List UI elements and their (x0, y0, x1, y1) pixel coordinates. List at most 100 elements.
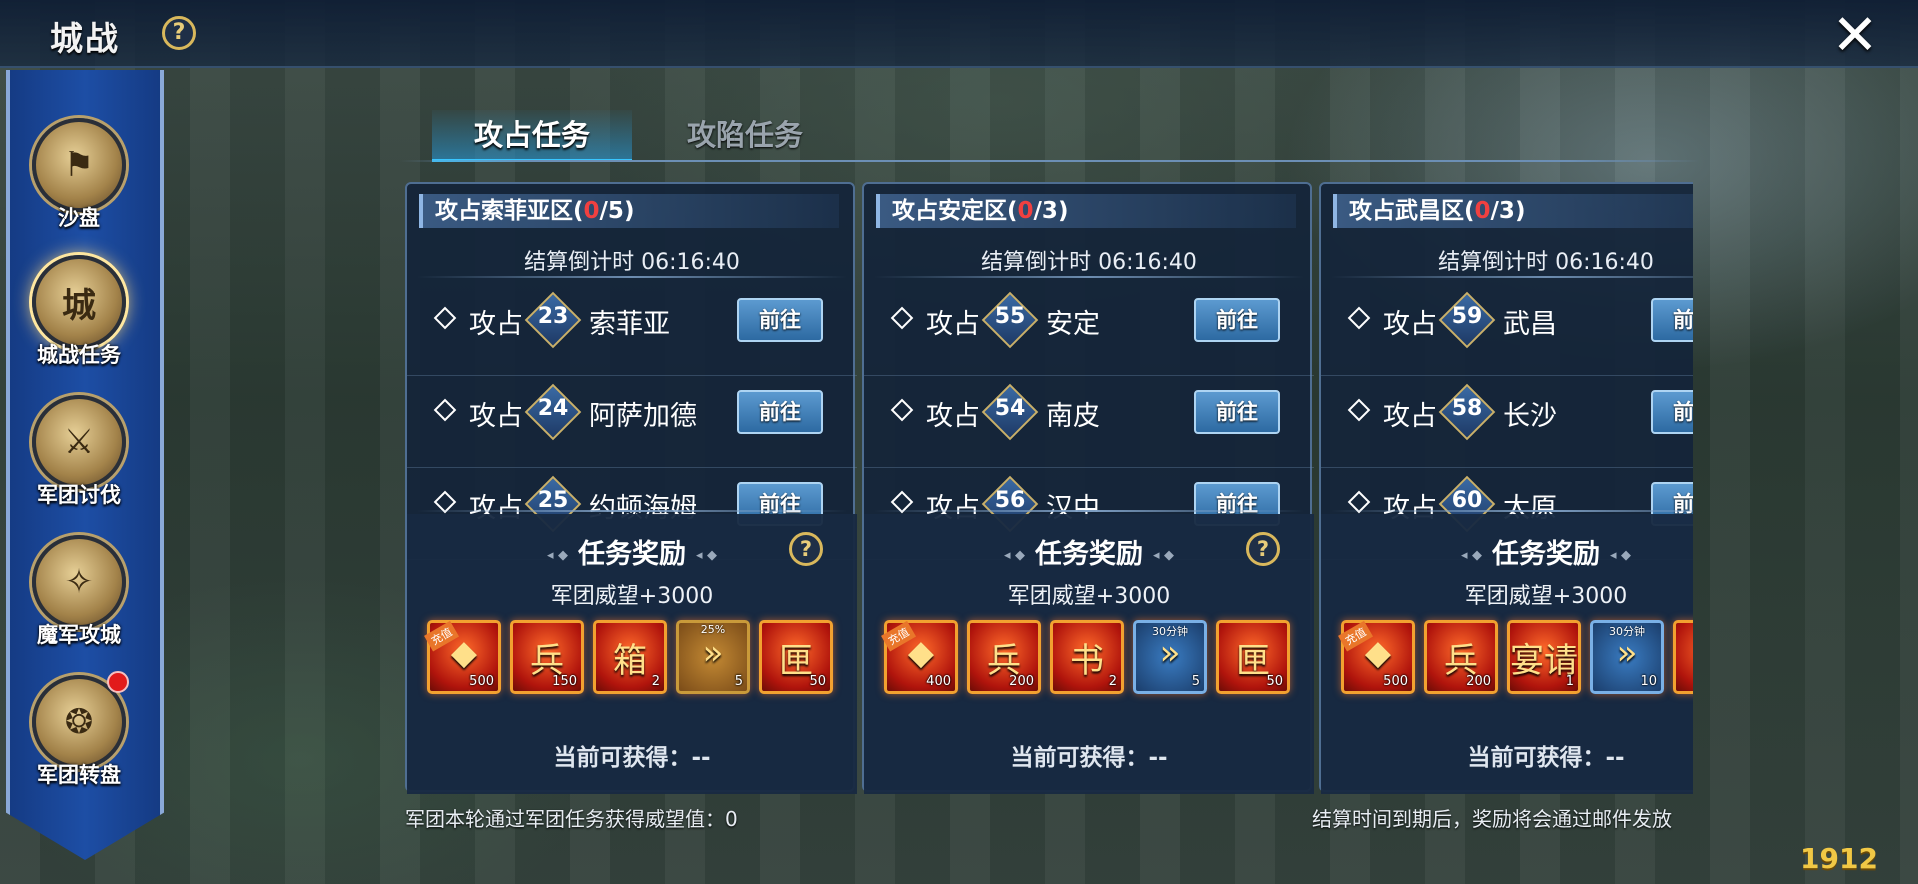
divider (1331, 510, 1693, 512)
sidebar-item-3[interactable]: ✧ 魔军攻城 (14, 535, 144, 655)
city-level: 23 (537, 304, 569, 329)
current-obtainable: 当前可获得：-- (553, 745, 711, 771)
city-name: 索菲亚 (589, 309, 670, 340)
reward-item[interactable]: ◆ 充值 500 (1338, 620, 1415, 694)
reward-item-icon: » (1159, 633, 1181, 673)
countdown: 结算倒计时 06:16:40 (981, 250, 1197, 275)
reward-help-icon[interactable]: ? (1246, 532, 1280, 566)
reward-item[interactable]: 兵 200 (967, 620, 1041, 694)
reward-item[interactable]: 30分钟» 10 (1590, 620, 1664, 694)
item-count: 500 (1383, 674, 1408, 689)
card-title: 攻占武昌区(0/3) (1333, 194, 1693, 228)
reward-help-icon[interactable]: ? (789, 532, 823, 566)
reward-item[interactable]: 匣 50 (1216, 620, 1290, 694)
reward-panel: 任务奖励?军团威望+3000◆充值400兵200书230分钟»5匣50当前可获得… (864, 514, 1314, 794)
task-row: 攻占 58 长沙 前往 (1321, 376, 1693, 468)
sidebar-item-label: 军团讨伐 (37, 483, 121, 507)
city-name: 安定 (1046, 309, 1100, 340)
task-verb: 攻占 (926, 309, 980, 340)
reward-item[interactable]: 兵 150 (510, 620, 584, 694)
divider (874, 510, 1304, 512)
task-card: 攻占安定区(0/3) 结算倒计时 06:16:40 攻占 55 安定 前往 攻占 54 南皮 前往… (862, 182, 1314, 794)
reward-items: ◆ 充值 500 兵 150 箱 2 25%» 5 匣 50 (424, 620, 847, 696)
sidebar-item-icon: ⚑ (32, 118, 126, 212)
task-card: 攻占武昌区(0/3)结算倒计时 06:16:40攻占59武昌前往攻占58长沙前往… (1319, 182, 1693, 794)
reward-item[interactable]: ◆ 充值 400 (881, 620, 958, 694)
item-count: 200 (1009, 674, 1034, 689)
region-name: 攻占索菲亚区 (435, 198, 573, 224)
task-row: 攻占 55 安定 前往 (864, 284, 1314, 376)
go-button[interactable]: 前往 (1651, 298, 1693, 342)
reward-item[interactable]: 箱2 (593, 620, 667, 694)
watermark-logo: 1912 (1800, 842, 1878, 875)
card-title: 攻占安定区(0/3) (876, 194, 1296, 228)
reward-item[interactable]: 匣 50 (759, 620, 833, 694)
sidebar-item-icon: ✧ (32, 535, 126, 629)
reward-panel: 任务奖励?军团威望+3000◆充值500兵200宴请130分钟»10匣当前可获得… (1321, 514, 1693, 794)
sidebar-item-4[interactable]: ❂ 军团转盘 (14, 671, 144, 795)
divider (874, 276, 1304, 278)
sidebar-item-label: 魔军攻城 (37, 623, 121, 647)
item-count: 200 (1466, 674, 1491, 689)
task-row: 攻占 24 阿萨加德 前往 (407, 376, 857, 468)
reward-title: 任务奖励 (1321, 532, 1693, 571)
item-count: 2 (651, 674, 660, 689)
reputation-reward: 军团威望+3000 (1007, 584, 1171, 609)
sidebar-item-2[interactable]: ⚔ 军团讨伐 (14, 395, 144, 515)
tab-capture[interactable]: 攻陷任务 (655, 110, 835, 162)
tab-occupy[interactable]: 攻占任务 (432, 110, 632, 162)
diamond-bullet-icon (433, 398, 457, 422)
diamond-bullet-icon (890, 306, 914, 330)
item-count: 500 (469, 674, 494, 689)
progress-total: /3 (1033, 198, 1058, 224)
divider (1331, 276, 1693, 278)
sidebar-item-icon: ⚔ (32, 395, 126, 489)
reward-item-icon: » (702, 633, 724, 673)
reward-item[interactable]: 匣 (1673, 620, 1693, 694)
go-button[interactable]: 前往 (737, 298, 823, 342)
task-row: 攻占 54 南皮 前往 (864, 376, 1314, 468)
reward-item[interactable]: 兵 200 (1424, 620, 1498, 694)
task-row: 攻占 59 武昌 前往 (1321, 284, 1693, 376)
city-level: 58 (1451, 396, 1483, 421)
reward-item[interactable]: 宴请 1 (1507, 620, 1581, 694)
help-icon[interactable]: ? (162, 16, 196, 50)
city-level: 55 (994, 304, 1026, 329)
go-button[interactable]: 前往 (1651, 390, 1693, 434)
card-title: 攻占索菲亚区(0/5) (419, 194, 839, 228)
go-button[interactable]: 前往 (1194, 390, 1280, 434)
current-obtainable: 当前可获得：-- (1010, 745, 1168, 771)
city-level: 54 (994, 396, 1026, 421)
task-verb: 攻占 (926, 401, 980, 432)
reputation-summary: 军团本轮通过军团任务获得威望值：0 (405, 807, 738, 831)
item-count: 5 (734, 674, 743, 689)
task-card: 攻占索菲亚区(0/5) 结算倒计时 06:16:40 攻占 23 索菲亚 前往 攻占 24 阿萨… (405, 182, 857, 794)
reward-item[interactable]: ◆ 充值 500 (424, 620, 501, 694)
task-cards: 攻占索菲亚区(0/5) 结算倒计时 06:16:40 攻占 23 索菲亚 前往 攻占 24 阿萨… (405, 182, 1693, 794)
reward-item[interactable]: 25%» 5 (676, 620, 750, 694)
reward-panel: 任务奖励?军团威望+3000◆充值500兵150箱225%»5匣50当前可获得：… (407, 514, 857, 794)
item-count: 50 (1266, 674, 1283, 689)
reward-item[interactable]: 书2 (1050, 620, 1124, 694)
item-count: 5 (1191, 674, 1200, 689)
top-bar: 城战 ? ✕ (0, 0, 1918, 68)
go-button[interactable]: 前往 (1194, 298, 1280, 342)
progress-current: 0 (1474, 198, 1491, 224)
reward-item[interactable]: 30分钟» 5 (1133, 620, 1207, 694)
region-name: 攻占武昌区 (1349, 198, 1464, 224)
reputation-reward: 军团威望+3000 (550, 584, 714, 609)
diamond-bullet-icon (890, 398, 914, 422)
task-verb: 攻占 (1383, 401, 1437, 432)
diamond-bullet-icon (1347, 398, 1371, 422)
sidebar-item-label: 城战任务 (37, 343, 121, 367)
task-verb: 攻占 (1383, 309, 1437, 340)
go-button[interactable]: 前往 (737, 390, 823, 434)
sidebar-item-0[interactable]: ⚑ 沙盘 (14, 118, 144, 238)
mail-notice: 结算时间到期后，奖励将会通过邮件发放 (1312, 807, 1672, 831)
close-icon[interactable]: ✕ (1826, 8, 1884, 64)
reward-items: ◆充值500兵200宴请130分钟»10匣 (1338, 620, 1693, 696)
sidebar-item-1[interactable]: 城城战任务 (14, 255, 144, 375)
item-count: 2 (1108, 674, 1117, 689)
progress-current: 0 (583, 198, 600, 224)
item-count: 10 (1640, 674, 1657, 689)
